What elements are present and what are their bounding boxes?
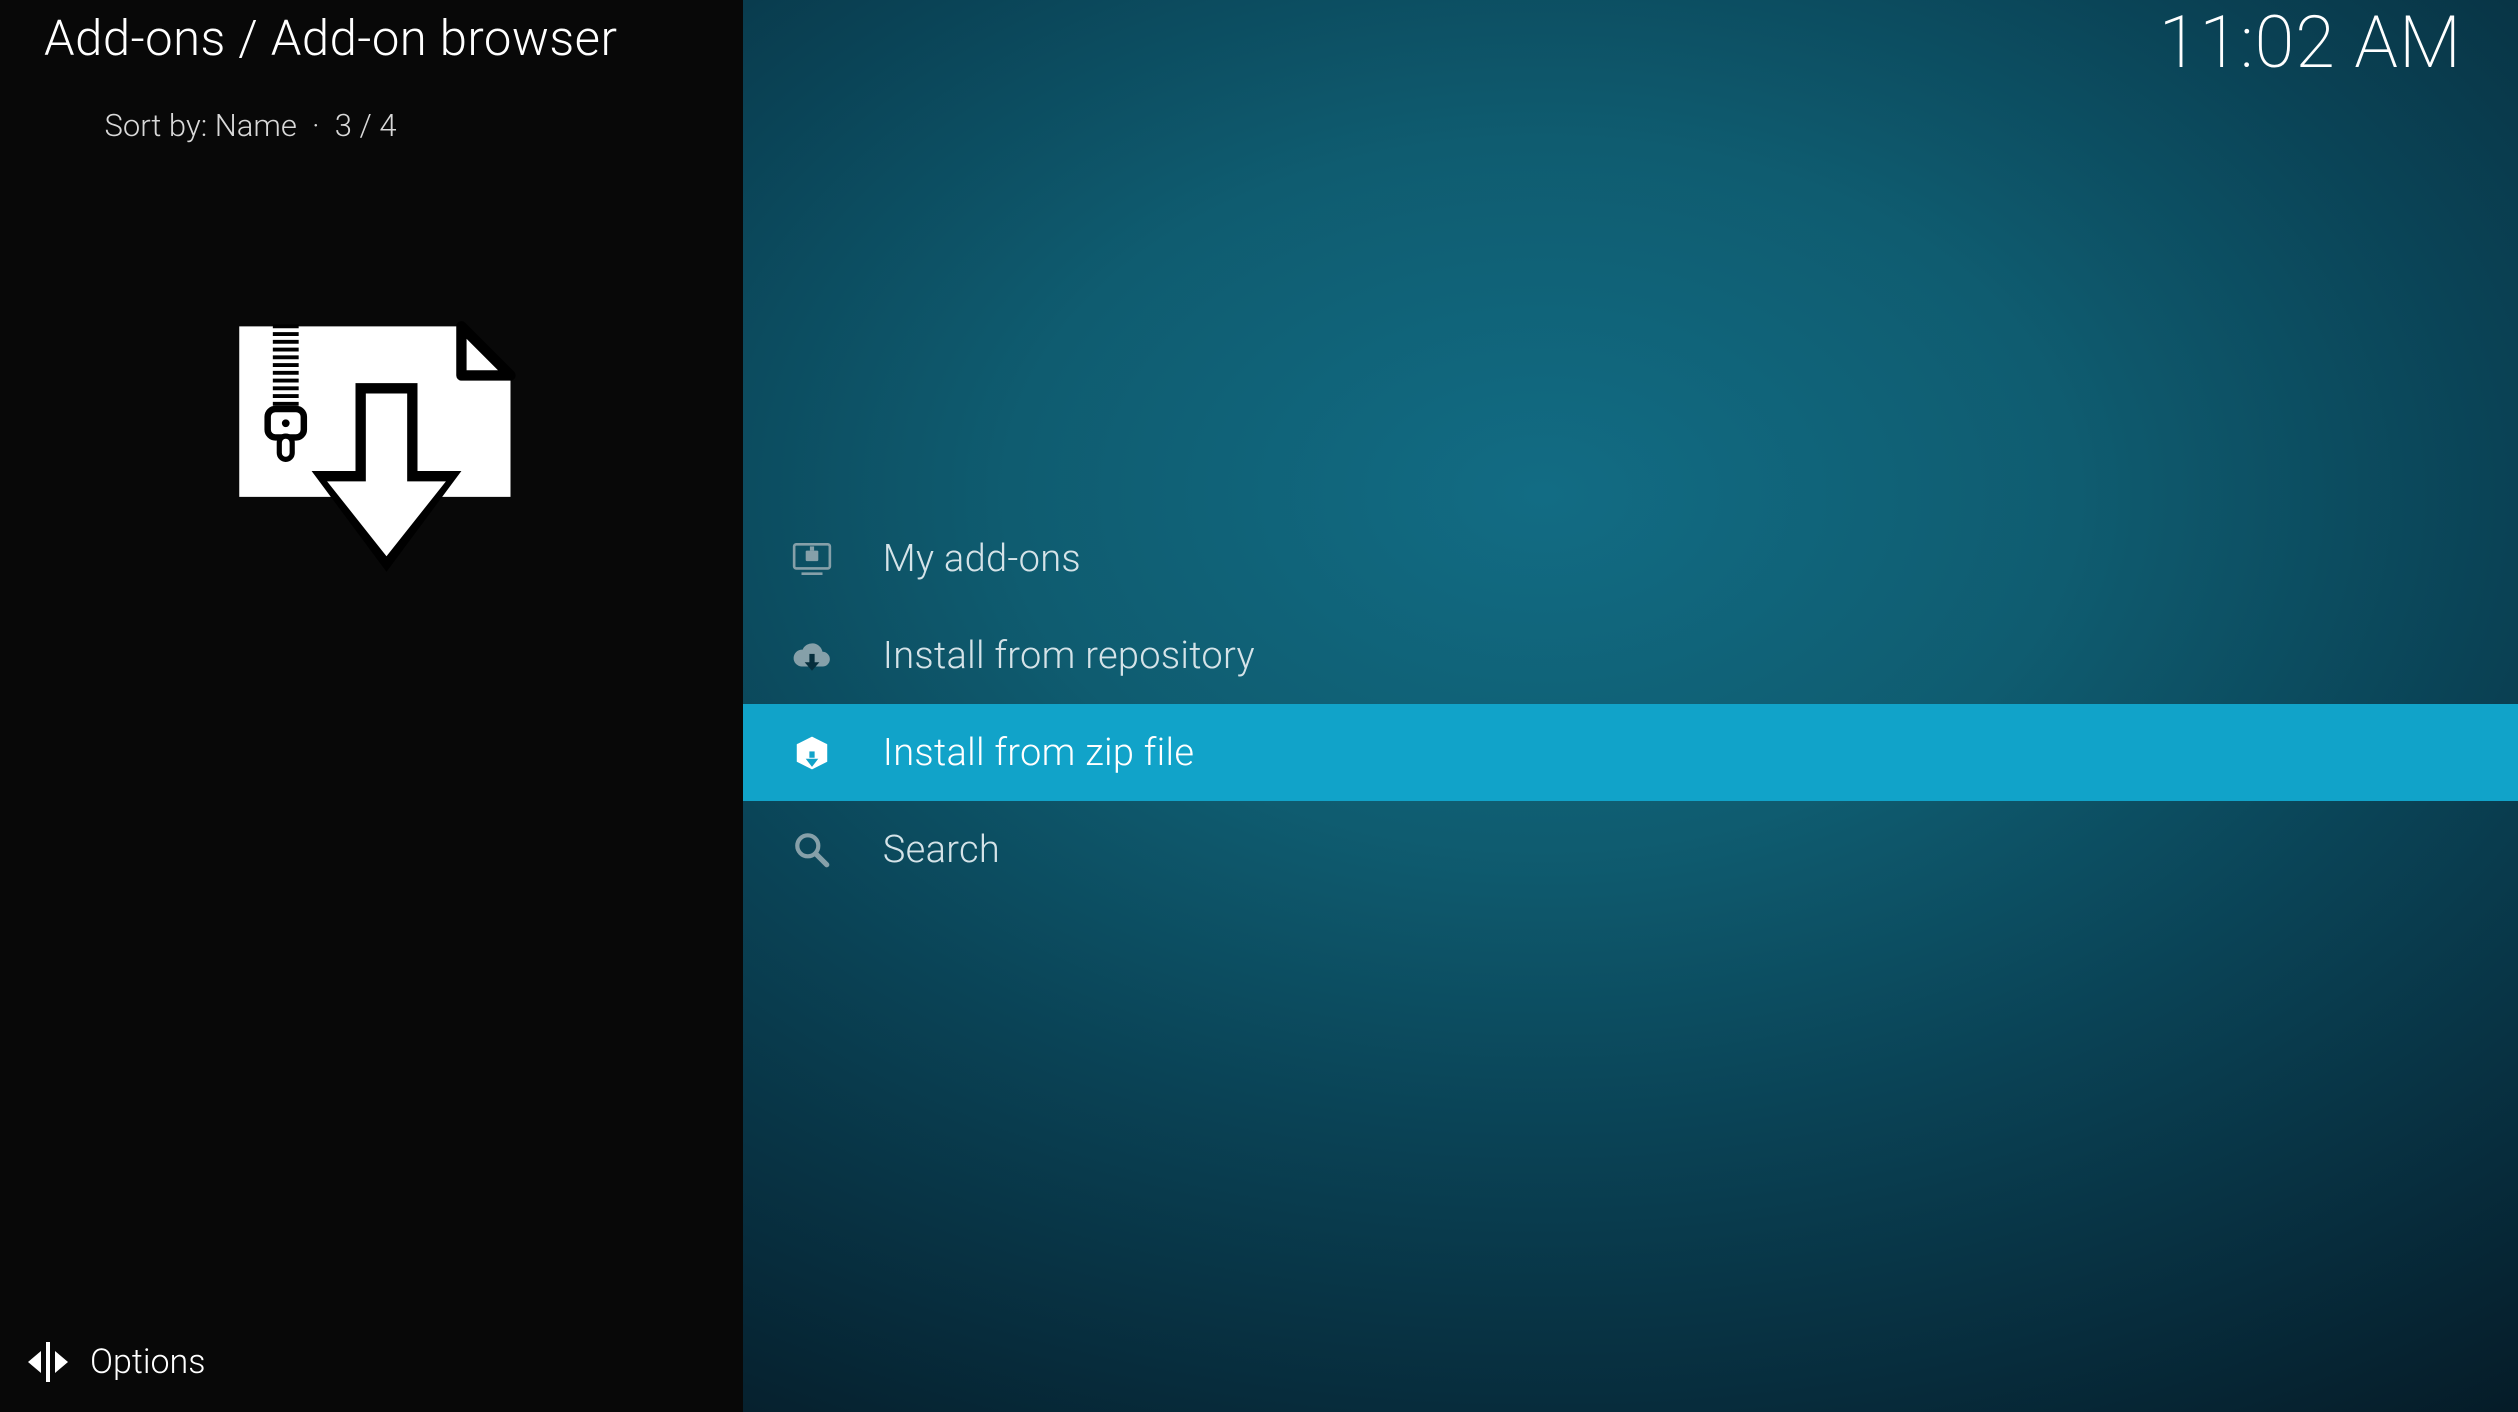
sidebar-thumbnail <box>0 316 743 591</box>
menu-item-label: Search <box>883 828 1000 872</box>
menu-item-search[interactable]: Search <box>743 801 2518 898</box>
sidebar-footer[interactable]: Options <box>0 1320 743 1412</box>
menu-list: My add-ons Install from repository <box>743 510 2518 898</box>
cloud-download-icon <box>791 635 833 677</box>
item-count: 3 / 4 <box>335 107 397 144</box>
search-icon <box>791 829 833 871</box>
app-root: Add-ons / Add-on browser Sort by: Name ·… <box>0 0 2518 1412</box>
count-separator: · <box>312 107 320 144</box>
zip-download-icon <box>216 316 526 591</box>
menu-item-label: My add-ons <box>883 537 1081 581</box>
menu-item-install-zip[interactable]: Install from zip file <box>743 704 2518 801</box>
box-download-icon <box>791 732 833 774</box>
menu-item-label: Install from repository <box>883 634 1255 678</box>
options-label: Options <box>90 1342 205 1382</box>
main-panel: 11:02 AM My add-ons <box>743 0 2518 1412</box>
sidebar: Add-ons / Add-on browser Sort by: Name ·… <box>0 0 743 1412</box>
sort-label: Sort by: Name <box>104 107 296 144</box>
navigate-icon <box>28 1342 68 1382</box>
clock: 11:02 AM <box>2159 0 2462 85</box>
sort-info: Sort by: Name · 3 / 4 <box>44 70 699 181</box>
menu-item-my-addons[interactable]: My add-ons <box>743 510 2518 607</box>
menu-item-install-repository[interactable]: Install from repository <box>743 607 2518 704</box>
menu-item-label: Install from zip file <box>883 731 1195 775</box>
sidebar-header: Add-ons / Add-on browser Sort by: Name ·… <box>0 0 743 181</box>
breadcrumb: Add-ons / Add-on browser <box>44 12 699 66</box>
monitor-box-icon <box>791 538 833 580</box>
